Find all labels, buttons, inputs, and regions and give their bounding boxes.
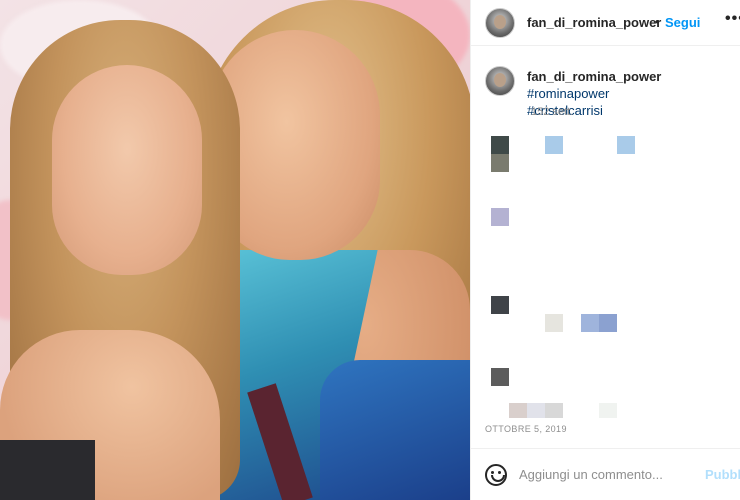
avatar[interactable]	[485, 8, 515, 38]
follow-button[interactable]: Segui	[665, 15, 700, 30]
censored-block	[491, 154, 509, 172]
censored-block	[581, 314, 599, 332]
censored-block	[509, 403, 527, 418]
censored-block	[545, 136, 563, 154]
caption-username[interactable]: fan_di_romina_power	[527, 69, 661, 84]
censored-block	[545, 314, 563, 332]
censored-block	[599, 314, 617, 332]
censored-block	[491, 208, 509, 226]
post-time[interactable]: 152 sett.	[531, 106, 573, 118]
username-link[interactable]: fan_di_romina_power	[527, 15, 661, 30]
woman-left-top	[0, 440, 95, 500]
censored-block	[491, 296, 509, 314]
post-date[interactable]: OTTOBRE 5, 2019	[485, 424, 567, 434]
censored-block	[527, 403, 545, 418]
more-options-icon[interactable]: •••	[725, 10, 740, 28]
censored-block	[491, 136, 509, 154]
separator-dot: •	[655, 14, 660, 29]
censored-block	[491, 368, 509, 386]
comment-bar: Pubblica	[471, 448, 740, 500]
censored-block	[617, 136, 635, 154]
woman-right-dress	[320, 360, 470, 500]
censored-block	[599, 403, 617, 418]
woman-left-face	[52, 65, 202, 275]
post-photo[interactable]	[0, 0, 470, 500]
censored-block	[545, 403, 563, 418]
post-header: fan_di_romina_power • Segui •••	[471, 0, 740, 46]
publish-button[interactable]: Pubblica	[705, 467, 740, 482]
hashtag-link[interactable]: #rominapower	[527, 86, 609, 101]
post-sidebar: fan_di_romina_power • Segui ••• fan_di_r…	[470, 0, 740, 500]
emoji-icon[interactable]	[485, 464, 507, 486]
comment-input[interactable]	[519, 467, 669, 482]
caption-avatar[interactable]	[485, 66, 515, 96]
